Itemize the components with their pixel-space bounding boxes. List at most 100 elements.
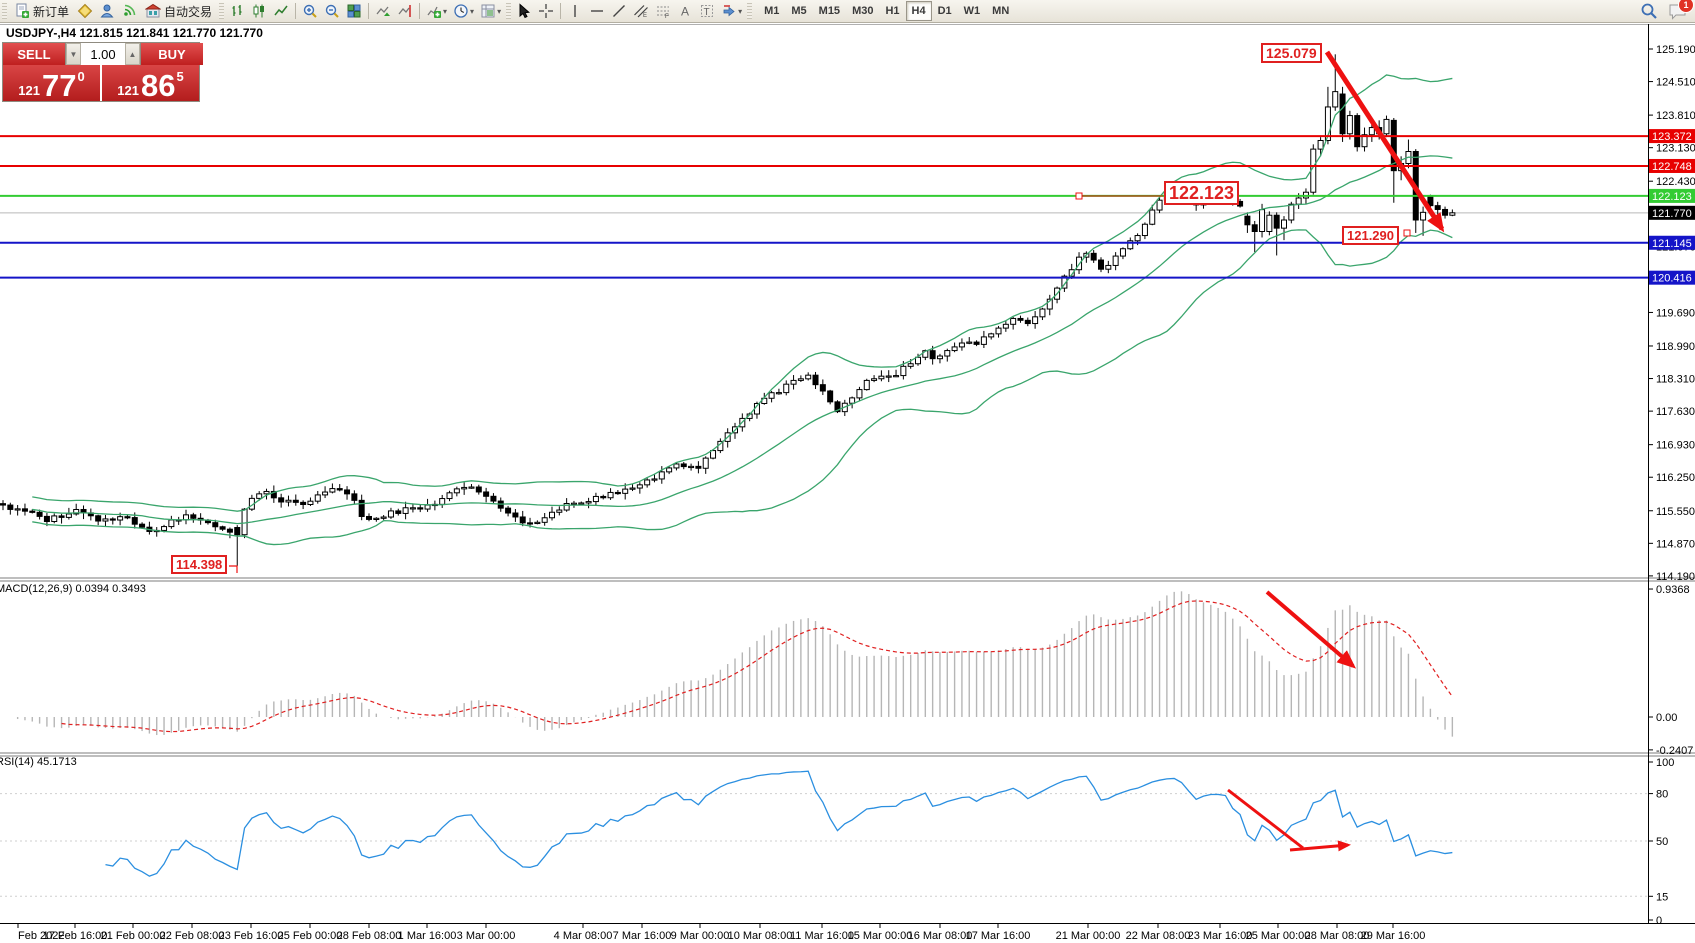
annotation-low-price[interactable]: 121.290 xyxy=(1342,226,1399,245)
svg-text:9 Mar 00:00: 9 Mar 00:00 xyxy=(671,930,730,942)
zoom-in-icon xyxy=(302,3,318,19)
periods-button[interactable]: ▾ xyxy=(450,1,477,21)
text-label-icon: T xyxy=(699,3,715,19)
svg-text:15: 15 xyxy=(1656,891,1668,903)
svg-text:118.990: 118.990 xyxy=(1656,341,1695,353)
svg-text:114.190: 114.190 xyxy=(1656,571,1695,583)
svg-text:7 Mar 16:00: 7 Mar 16:00 xyxy=(613,930,672,942)
annotation-feb-low-price[interactable]: 114.398 xyxy=(171,555,227,574)
volume-increase-button[interactable]: ▲ xyxy=(125,43,140,65)
rsi-down-line[interactable] xyxy=(1228,790,1303,848)
shapes-button[interactable]: ▾ xyxy=(718,1,745,21)
fibonacci-button[interactable]: F xyxy=(652,1,674,21)
timeframe-m30[interactable]: M30 xyxy=(846,1,879,21)
svg-text:0.00: 0.00 xyxy=(1656,712,1677,724)
svg-text:25 Feb 00:00: 25 Feb 00:00 xyxy=(278,930,343,942)
timeframe-d1[interactable]: D1 xyxy=(932,1,958,21)
auto-trading-button[interactable]: 自动交易 xyxy=(140,1,217,21)
svg-text:119.690: 119.690 xyxy=(1656,307,1695,319)
new-order-button[interactable]: 新订单 xyxy=(9,1,74,21)
horizontal-line-button[interactable] xyxy=(586,1,608,21)
indicators-button[interactable]: ▾ xyxy=(423,1,450,21)
chart-shift-button[interactable] xyxy=(394,1,416,21)
svg-text:F: F xyxy=(665,14,669,19)
svg-text:15 Mar 00:00: 15 Mar 00:00 xyxy=(848,930,913,942)
channel-button[interactable]: E xyxy=(630,1,652,21)
svg-text:115.550: 115.550 xyxy=(1656,506,1695,518)
bar-chart-button[interactable] xyxy=(226,1,248,21)
notifications-button[interactable]: 1 xyxy=(1668,3,1687,20)
community-person-icon xyxy=(99,3,115,19)
candlestick-series xyxy=(1,54,1455,566)
timeframe-mn[interactable]: MN xyxy=(986,1,1015,21)
auto-scroll-button[interactable] xyxy=(372,1,394,21)
buy-price-pip: 5 xyxy=(176,69,183,84)
svg-text:122.748: 122.748 xyxy=(1652,161,1692,173)
timeframe-h4[interactable]: H4 xyxy=(906,1,932,21)
line-chart-icon xyxy=(273,3,289,19)
templates-button[interactable]: ▾ xyxy=(477,1,504,21)
candlestick-chart-button[interactable] xyxy=(248,1,270,21)
svg-text:22 Mar 08:00: 22 Mar 08:00 xyxy=(1126,930,1191,942)
svg-text:0.9368: 0.9368 xyxy=(1656,584,1690,596)
buy-price-main: 86 xyxy=(141,73,175,98)
svg-text:17 Mar 16:00: 17 Mar 16:00 xyxy=(966,930,1031,942)
macd-down-arrow[interactable] xyxy=(1267,592,1353,666)
svg-text:23 Feb 16:00: 23 Feb 16:00 xyxy=(219,930,284,942)
toolbar-handle xyxy=(2,3,7,19)
trendline-button[interactable] xyxy=(608,1,630,21)
timeframe-m15[interactable]: M15 xyxy=(813,1,846,21)
signals-icon xyxy=(121,3,137,19)
svg-text:4 Mar 08:00: 4 Mar 08:00 xyxy=(554,930,613,942)
drawn-annotations[interactable] xyxy=(229,52,1442,850)
volume-input[interactable] xyxy=(81,43,125,65)
buy-price-display[interactable]: 121 86 5 xyxy=(102,65,199,101)
timeframe-h1[interactable]: H1 xyxy=(879,1,905,21)
text-label-button[interactable]: T xyxy=(696,1,718,21)
sell-button[interactable]: SELL xyxy=(3,43,65,65)
cursor-button[interactable] xyxy=(513,1,535,21)
sell-price-display[interactable]: 121 77 0 xyxy=(3,65,100,101)
tile-windows-button[interactable] xyxy=(343,1,365,21)
zoom-out-button[interactable] xyxy=(321,1,343,21)
vertical-line-button[interactable] xyxy=(564,1,586,21)
annotation-peak-price[interactable]: 125.079 xyxy=(1261,43,1322,63)
svg-text:121.770: 121.770 xyxy=(1652,208,1692,220)
svg-text:23 Mar 16:00: 23 Mar 16:00 xyxy=(1188,930,1253,942)
volume-decrease-button[interactable]: ▼ xyxy=(66,43,81,65)
svg-text:100: 100 xyxy=(1656,757,1674,769)
toolbar-handle xyxy=(506,3,511,19)
line-chart-button[interactable] xyxy=(270,1,292,21)
svg-text:22 Feb 08:00: 22 Feb 08:00 xyxy=(160,930,225,942)
chart-shift-icon xyxy=(397,3,413,19)
price-down-arrow[interactable] xyxy=(1327,52,1442,229)
market-button[interactable] xyxy=(74,1,96,21)
sell-price-base: 121 xyxy=(18,84,40,98)
zoom-in-button[interactable] xyxy=(299,1,321,21)
svg-text:25 Mar 00:00: 25 Mar 00:00 xyxy=(1246,930,1311,942)
community-button[interactable] xyxy=(96,1,118,21)
sell-price-main: 77 xyxy=(42,73,76,98)
annotation-mid-price[interactable]: 122.123 xyxy=(1164,181,1239,205)
periods-caret-icon: ▾ xyxy=(470,7,474,16)
crosshair-button[interactable] xyxy=(535,1,557,21)
new-order-label: 新订单 xyxy=(33,3,69,20)
buy-button[interactable]: BUY xyxy=(141,43,203,65)
svg-text:T: T xyxy=(704,7,710,18)
signals-button[interactable] xyxy=(118,1,140,21)
fibonacci-icon: F xyxy=(655,3,671,19)
search-icon[interactable] xyxy=(1640,2,1658,20)
new-order-icon xyxy=(14,3,30,19)
timeframe-m1[interactable]: M1 xyxy=(758,1,785,21)
svg-text:121.145: 121.145 xyxy=(1652,238,1692,250)
timeframe-w1[interactable]: W1 xyxy=(958,1,987,21)
svg-text:-0.2407: -0.2407 xyxy=(1656,745,1693,757)
svg-text:3 Mar 00:00: 3 Mar 00:00 xyxy=(457,930,516,942)
svg-text:E: E xyxy=(643,13,647,19)
chart-canvas[interactable]: 125.190124.510123.810123.130122.430121.7… xyxy=(0,22,1695,943)
text-button[interactable]: A xyxy=(674,1,696,21)
timeframe-m5[interactable]: M5 xyxy=(785,1,812,21)
svg-text:123.130: 123.130 xyxy=(1656,143,1695,155)
svg-text:11 Mar 16:00: 11 Mar 16:00 xyxy=(790,930,854,942)
chart-frame xyxy=(0,24,1695,924)
